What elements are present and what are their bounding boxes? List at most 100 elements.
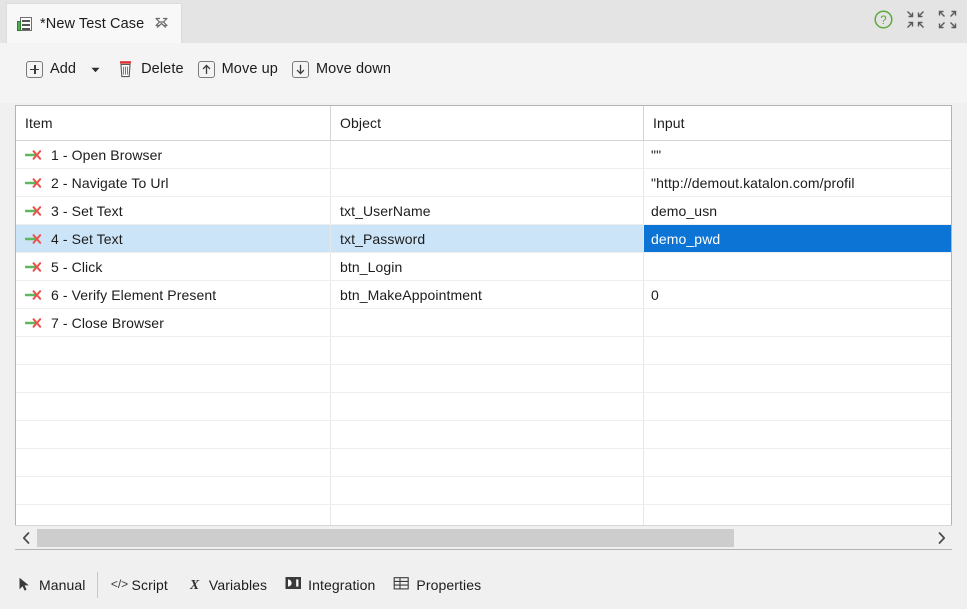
cell-input[interactable]: [644, 365, 951, 392]
cell-item[interactable]: [16, 449, 331, 476]
add-button-label: Add: [50, 61, 77, 77]
tab-script[interactable]: </> Script: [100, 570, 177, 600]
close-tab-icon[interactable]: [154, 16, 169, 31]
tab-manual-label: Manual: [39, 576, 86, 593]
chevron-left-icon[interactable]: [15, 527, 37, 549]
cell-item[interactable]: [16, 365, 331, 392]
table-row[interactable]: [16, 393, 951, 421]
table-row[interactable]: 5 - Click btn_Login: [16, 253, 951, 281]
cell-object[interactable]: btn_Login: [331, 253, 644, 280]
table-row[interactable]: 2 - Navigate To Url "http://demout.katalo…: [16, 169, 951, 197]
table-row[interactable]: 7 - Close Browser: [16, 309, 951, 337]
cell-input[interactable]: [644, 253, 951, 280]
cursor-icon: [16, 576, 33, 593]
cell-object[interactable]: [331, 169, 644, 196]
delete-button-label: Delete: [141, 61, 184, 77]
cell-input[interactable]: [644, 393, 951, 420]
cell-object[interactable]: txt_Password: [331, 225, 644, 252]
minimize-icon[interactable]: [906, 10, 925, 29]
move-down-button-label: Move down: [315, 61, 392, 77]
cell-object[interactable]: [331, 141, 644, 168]
help-icon[interactable]: ?: [874, 10, 893, 29]
green-arrow-red-x-icon: [24, 148, 45, 162]
trash-icon: [117, 60, 134, 78]
cell-object[interactable]: [331, 393, 644, 420]
tab-variables-label: Variables: [208, 576, 268, 593]
cell-item[interactable]: [16, 477, 331, 504]
chevron-down-icon[interactable]: [90, 64, 101, 75]
cell-item-label: 3 - Set Text: [51, 202, 123, 219]
cell-input[interactable]: demo_pwd: [644, 225, 951, 252]
cell-input[interactable]: [644, 337, 951, 364]
cell-item[interactable]: 4 - Set Text: [16, 225, 331, 252]
cell-item[interactable]: [16, 337, 331, 364]
cell-item-label: 2 - Navigate To Url: [51, 174, 169, 191]
cell-object[interactable]: [331, 449, 644, 476]
table-header-row: Item Object Input: [16, 106, 951, 141]
table-row[interactable]: [16, 421, 951, 449]
step-icon-placeholder: [25, 484, 45, 498]
editor-tab-bar: *New Test Case ?: [0, 0, 967, 43]
test-case-toolbar: Add Delete Move up Move down: [0, 43, 967, 103]
table-row[interactable]: [16, 449, 951, 477]
cell-item[interactable]: [16, 421, 331, 448]
green-arrow-red-x-icon: [24, 204, 45, 218]
cell-item[interactable]: [16, 393, 331, 420]
table-row[interactable]: [16, 337, 951, 365]
scrollbar-thumb[interactable]: [37, 528, 734, 547]
cell-object[interactable]: [331, 337, 644, 364]
tab-properties-label: Properties: [416, 576, 482, 593]
maximize-icon[interactable]: [938, 10, 957, 29]
tab-new-test-case[interactable]: *New Test Case: [6, 3, 183, 43]
cell-input[interactable]: [644, 477, 951, 504]
column-header-object[interactable]: Object: [331, 106, 644, 140]
cell-object[interactable]: [331, 365, 644, 392]
move-down-button[interactable]: Move down: [291, 60, 392, 78]
cell-object[interactable]: [331, 421, 644, 448]
cell-object[interactable]: txt_UserName: [331, 197, 644, 224]
cell-item-label: 4 - Set Text: [51, 230, 123, 247]
table-row[interactable]: 4 - Set Text txt_Password demo_pwd: [16, 225, 951, 253]
column-header-input[interactable]: Input: [644, 106, 951, 140]
column-header-item[interactable]: Item: [16, 106, 331, 140]
green-arrow-red-x-icon: [24, 232, 45, 246]
cell-item[interactable]: 1 - Open Browser: [16, 141, 331, 168]
cell-object[interactable]: [331, 309, 644, 336]
cell-item[interactable]: 6 - Verify Element Present: [16, 281, 331, 308]
cell-item[interactable]: 2 - Navigate To Url: [16, 169, 331, 196]
cell-item-label: 6 - Verify Element Present: [51, 286, 217, 303]
cell-input[interactable]: "": [644, 141, 951, 168]
cell-item-label: 1 - Open Browser: [51, 146, 163, 163]
table-row[interactable]: 1 - Open Browser "": [16, 141, 951, 169]
tab-integration[interactable]: Integration: [276, 570, 384, 600]
add-button[interactable]: Add: [26, 60, 77, 78]
cell-input[interactable]: "http://demout.katalon.com/profil: [644, 169, 951, 196]
step-icon-placeholder: [25, 428, 45, 442]
svg-text:</>: </>: [110, 577, 127, 591]
tab-title: *New Test Case: [40, 15, 145, 32]
scrollbar-track[interactable]: [37, 527, 930, 549]
svg-text:?: ?: [880, 15, 886, 27]
cell-item[interactable]: 3 - Set Text: [16, 197, 331, 224]
move-up-button[interactable]: Move up: [197, 60, 278, 78]
tab-variables[interactable]: X Variables: [177, 570, 276, 600]
horizontal-scrollbar[interactable]: [15, 525, 952, 549]
green-arrow-red-x-icon: [24, 288, 45, 302]
table-row[interactable]: 6 - Verify Element Present btn_MakeAppoin…: [16, 281, 951, 309]
tab-manual[interactable]: Manual: [7, 569, 95, 600]
cell-input[interactable]: [644, 421, 951, 448]
cell-input[interactable]: demo_usn: [644, 197, 951, 224]
table-row[interactable]: [16, 477, 951, 505]
cell-input[interactable]: 0: [644, 281, 951, 308]
cell-input[interactable]: [644, 449, 951, 476]
cell-item[interactable]: 5 - Click: [16, 253, 331, 280]
chevron-right-icon[interactable]: [930, 527, 952, 549]
cell-input[interactable]: [644, 309, 951, 336]
delete-button[interactable]: Delete: [117, 60, 184, 78]
table-row[interactable]: [16, 365, 951, 393]
tab-properties[interactable]: Properties: [384, 570, 490, 600]
cell-object[interactable]: [331, 477, 644, 504]
cell-object[interactable]: btn_MakeAppointment: [331, 281, 644, 308]
table-row[interactable]: 3 - Set Text txt_UserName demo_usn: [16, 197, 951, 225]
cell-item[interactable]: 7 - Close Browser: [16, 309, 331, 336]
